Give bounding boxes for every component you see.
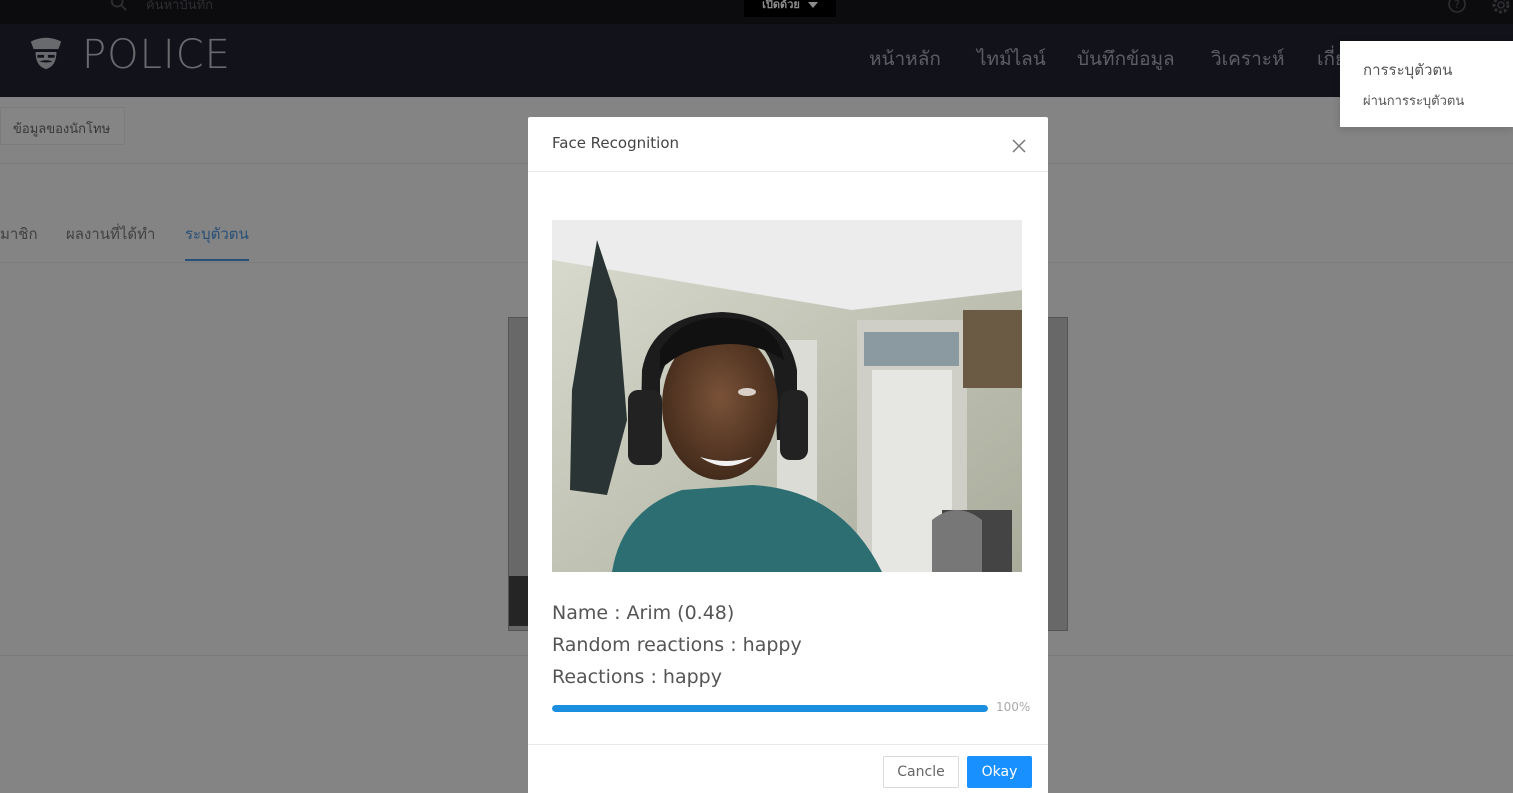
menu-item-identification[interactable]: การระบุตัวตน [1363, 58, 1452, 82]
modal-footer: Cancle Okay [528, 744, 1048, 793]
recognized-name: Name : Arim (0.48) [552, 602, 735, 624]
random-reactions: Random reactions : happy [552, 634, 802, 656]
close-icon[interactable] [1010, 137, 1028, 155]
face-recognition-modal: Face Recognition Name: Arim (0.48) Rand… [528, 117, 1048, 793]
reactions: Reactions : happy [552, 666, 722, 688]
modal-title: Face Recognition [552, 134, 680, 152]
menu-item-identified[interactable]: ผ่านการระบุตัวตน [1363, 90, 1464, 111]
progress-percent-label: 100% [996, 700, 1031, 714]
cancel-button[interactable]: Cancle [883, 756, 959, 788]
nav-dropdown-menu: การระบุตัวตน ผ่านการระบุตัวตน [1340, 41, 1513, 127]
modal-header: Face Recognition [528, 117, 1048, 172]
webcam-capture-image [552, 220, 1022, 572]
progress-bar [552, 705, 988, 712]
progress-bar-fill [552, 705, 988, 712]
okay-button[interactable]: Okay [967, 756, 1032, 788]
